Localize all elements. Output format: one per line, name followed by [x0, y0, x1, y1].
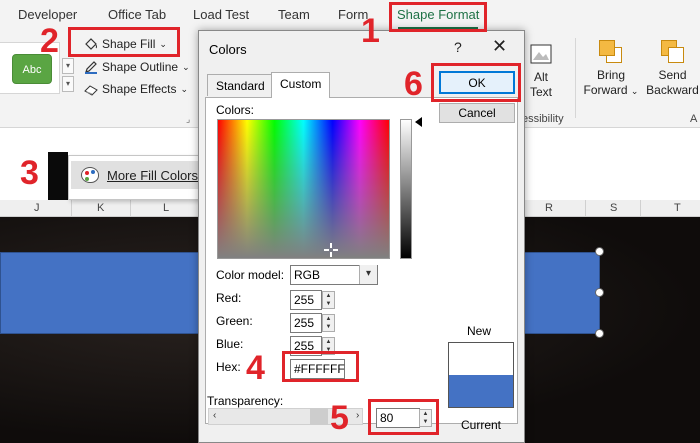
tab-developer[interactable]: Developer: [18, 7, 77, 22]
dialog-launcher-icon[interactable]: ⌟: [186, 114, 196, 124]
crosshair-icon[interactable]: [324, 243, 338, 257]
step-number-6: 6: [404, 65, 423, 103]
current-color-label: Current: [461, 418, 502, 432]
chevron-down-icon: ⌄: [159, 38, 167, 49]
transparency-slider-thumb[interactable]: [310, 408, 328, 425]
ok-button[interactable]: OK: [439, 71, 515, 94]
resize-handle[interactable]: [595, 329, 604, 338]
alt-text-icon: [530, 44, 552, 64]
help-icon[interactable]: ?: [454, 39, 462, 55]
green-input[interactable]: 255: [290, 313, 322, 333]
hex-label: Hex:: [216, 360, 241, 374]
tab-office-tab[interactable]: Office Tab: [108, 7, 166, 22]
column-divider: [71, 200, 72, 217]
blue-label: Blue:: [216, 337, 244, 351]
chevron-left-icon[interactable]: ‹: [213, 410, 216, 421]
new-color-swatch: [449, 343, 513, 375]
shape-outline-button[interactable]: Shape Outline ⌄: [84, 60, 190, 74]
column-header[interactable]: K: [97, 202, 104, 214]
step-number-1: 1: [361, 12, 380, 50]
chevron-down-icon[interactable]: ▾: [359, 265, 377, 284]
column-header[interactable]: T: [674, 202, 681, 214]
red-spinner[interactable]: ▲ ▼: [322, 291, 335, 309]
column-header[interactable]: R: [545, 202, 553, 214]
column-header[interactable]: S: [610, 202, 617, 214]
new-color-label: New: [467, 324, 492, 338]
accessibility-group-label: essibility: [522, 113, 564, 125]
tab-shape-format[interactable]: Shape Format: [397, 7, 479, 22]
alt-text-button[interactable]: Alt Text: [525, 42, 557, 100]
transparency-label: Transparency:: [207, 394, 284, 408]
column-header[interactable]: L: [163, 202, 169, 214]
shape-effects-button[interactable]: Shape Effects ⌄: [84, 82, 188, 96]
shape-effects-icon: [84, 85, 98, 96]
tab-team[interactable]: Team: [278, 7, 310, 22]
current-color-swatch: [449, 375, 513, 407]
arrange-group-label: A: [690, 113, 698, 125]
color-model-value: RGB: [294, 268, 321, 282]
red-label: Red:: [216, 291, 242, 305]
black-region: [48, 152, 68, 200]
bring-forward-label: Bring Forward: [583, 68, 628, 97]
ribbon-separator: [575, 38, 576, 118]
shape-effects-label: Shape Effects: [102, 82, 177, 96]
send-backward-button[interactable]: Send Backward: [645, 40, 700, 98]
shape-outline-label: Shape Outline: [102, 60, 179, 74]
blue-spinner[interactable]: ▲ ▼: [322, 337, 335, 355]
transparency-spinner[interactable]: ▲ ▼: [419, 409, 432, 427]
column-divider: [640, 200, 641, 217]
step-number-3: 3: [20, 154, 39, 192]
step-number-4: 4: [246, 349, 265, 387]
shape-fill-button[interactable]: Shape Fill ⌄: [84, 37, 167, 51]
column-header[interactable]: J: [34, 202, 40, 214]
blue-input[interactable]: 255: [290, 336, 322, 356]
dialog-title: Colors: [209, 42, 247, 57]
column-divider: [585, 200, 586, 217]
colors-label: Colors:: [216, 103, 255, 117]
tab-load-test[interactable]: Load Test: [193, 7, 249, 22]
alt-text-label: Alt Text: [529, 70, 552, 99]
ribbon-tab-bar: Developer Office Tab Load Test Team Form…: [0, 0, 700, 30]
step-number-5: 5: [330, 399, 349, 437]
bring-forward-icon: [599, 40, 623, 64]
chevron-down-icon: ⌄: [630, 86, 639, 96]
color-palette-icon: [81, 167, 99, 183]
tab-custom[interactable]: Custom: [271, 72, 331, 98]
chevron-down-icon: ⌄: [182, 61, 190, 72]
step-number-2: 2: [40, 22, 59, 60]
send-backward-icon: [660, 40, 685, 64]
color-spectrum-picker[interactable]: [217, 119, 390, 259]
pen-icon: [85, 61, 97, 74]
cancel-button[interactable]: Cancel: [439, 103, 515, 123]
red-input[interactable]: 255: [290, 290, 322, 310]
bring-forward-button[interactable]: Bring Forward ⌄: [582, 40, 640, 99]
transparency-input[interactable]: 80: [376, 408, 420, 428]
chevron-right-icon[interactable]: ›: [356, 410, 359, 421]
luminance-slider[interactable]: [400, 119, 412, 259]
chevron-down-icon: ⌄: [180, 83, 189, 94]
gallery-expand-icon[interactable]: ▾: [62, 76, 74, 92]
paint-bucket-icon: [85, 38, 97, 50]
shape-fill-label: Shape Fill: [102, 37, 156, 51]
close-icon[interactable]: ✕: [492, 36, 507, 57]
resize-handle[interactable]: [595, 247, 604, 256]
green-label: Green:: [216, 314, 253, 328]
resize-handle[interactable]: [595, 288, 604, 297]
green-spinner[interactable]: ▲ ▼: [322, 314, 335, 332]
tab-standard[interactable]: Standard: [207, 74, 274, 96]
more-fill-colors-label: More Fill Colors...: [107, 167, 209, 183]
color-model-label: Color model:: [216, 268, 285, 282]
color-preview: [448, 342, 514, 408]
luminance-arrow-icon[interactable]: [415, 117, 422, 127]
column-divider: [130, 200, 131, 217]
hex-input[interactable]: #FFFFFF: [290, 359, 345, 379]
send-backward-label: Send Backward: [646, 68, 699, 97]
gallery-scroll-down-icon[interactable]: ▾: [62, 58, 74, 74]
